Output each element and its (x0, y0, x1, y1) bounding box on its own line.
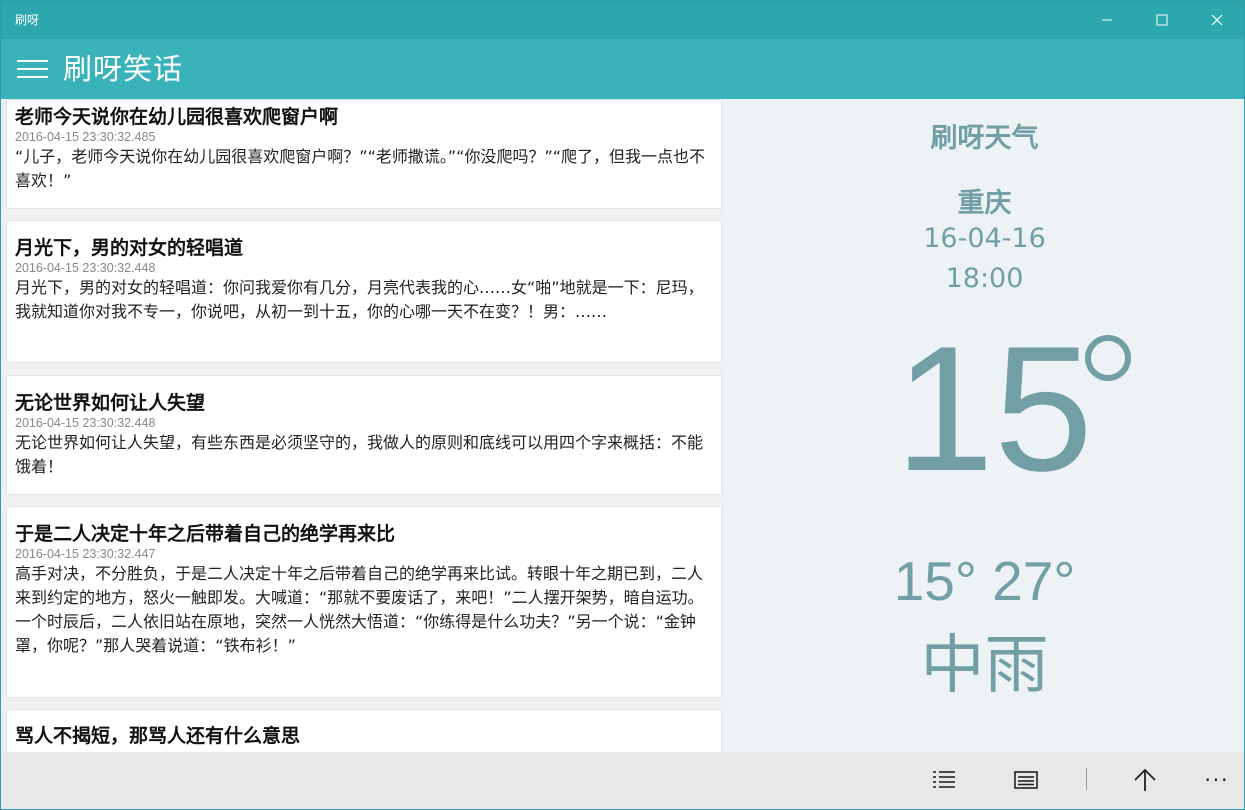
temperature-range: 15° 27° (893, 550, 1076, 612)
newspaper-icon (1014, 771, 1038, 789)
weather-title: 刷呀天气 (930, 123, 1039, 154)
minimize-icon (1102, 19, 1112, 21)
joke-title: 老师今天说你在幼儿园很喜欢爬窗户啊 (15, 106, 339, 128)
app-header: 刷呀笑话 (1, 39, 1244, 99)
title-bar: 刷呀 (1, 1, 1244, 39)
current-temperature: 15 (895, 309, 1093, 508)
weather-date: 16-04-16 (923, 223, 1046, 254)
window-title: 刷呀 (15, 13, 40, 27)
joke-card[interactable]: 月光下，男的对女的轻唱道 2016-04-15 23:30:32.448 月光下… (6, 220, 722, 363)
command-separator (1086, 768, 1087, 790)
close-icon (1211, 14, 1223, 26)
maximize-icon (1156, 14, 1168, 26)
menu-line (17, 68, 48, 70)
joke-title: 月光下，男的对女的轻唱道 (15, 237, 244, 259)
list-icon (933, 771, 955, 788)
joke-body: 月光下，男的对女的轻唱道：你问我爱你有几分，月亮代表我的心……女“啪”地就是一下… (15, 278, 704, 321)
list-view-button[interactable] (924, 762, 964, 798)
joke-card[interactable]: 无论世界如何让人失望 2016-04-15 23:30:32.448 无论世界如… (6, 375, 722, 495)
app-window: 刷呀 刷呀笑话 老师今天说你在幼儿园很喜欢爬窗户啊 2016-04-15 23:… (0, 0, 1245, 810)
weather-city: 重庆 (957, 188, 1012, 219)
maximize-button[interactable] (1134, 1, 1190, 39)
joke-card[interactable]: 于是二人决定十年之后带着自己的绝学再来比 2016-04-15 23:30:32… (6, 506, 722, 698)
menu-line (17, 76, 48, 78)
main-content: 老师今天说你在幼儿园很喜欢爬窗户啊 2016-04-15 23:30:32.48… (1, 99, 1244, 752)
degree-symbol (1085, 335, 1131, 381)
joke-date: 2016-04-15 23:30:32.448 (15, 261, 156, 275)
joke-title: 无论世界如何让人失望 (15, 392, 206, 414)
menu-line (17, 60, 48, 62)
news-view-button[interactable] (1006, 762, 1046, 798)
joke-date: 2016-04-15 23:30:32.485 (15, 130, 156, 144)
arrow-up-icon (1134, 768, 1156, 791)
joke-date: 2016-04-15 23:30:32.448 (15, 416, 156, 430)
joke-card[interactable]: 骂人不揭短，那骂人还有什么意思 (6, 709, 722, 752)
joke-body: “儿子，老师今天说你在幼儿园很喜欢爬窗户啊？”“老师撒谎。”“你没爬吗？”“爬了… (15, 147, 706, 190)
minimize-button[interactable] (1079, 1, 1135, 39)
hamburger-menu-button[interactable] (17, 57, 49, 81)
joke-body: 高手对决，不分胜负，于是二人决定十年之后带着自己的绝学再来比试。转眼十年之期已到… (15, 564, 704, 655)
joke-title: 于是二人决定十年之后带着自己的绝学再来比 (15, 523, 396, 545)
joke-body: 无论世界如何让人失望，有些东西是必须坚守的，我做人的原则和底线可以用四个字来概括… (15, 433, 704, 476)
page-title: 刷呀笑话 (63, 52, 184, 86)
joke-feed[interactable]: 老师今天说你在幼儿园很喜欢爬窗户啊 2016-04-15 23:30:32.48… (1, 99, 725, 752)
joke-card[interactable]: 老师今天说你在幼儿园很喜欢爬窗户啊 2016-04-15 23:30:32.48… (6, 99, 722, 209)
weather-condition: 中雨 (920, 629, 1049, 703)
more-options-button[interactable]: ··· (1197, 762, 1237, 798)
joke-title: 骂人不揭短，那骂人还有什么意思 (15, 725, 301, 747)
scroll-top-button[interactable] (1125, 762, 1165, 798)
close-button[interactable] (1189, 1, 1244, 39)
command-bar: ··· (1, 752, 1244, 809)
weather-time: 18:00 (945, 263, 1024, 294)
joke-date: 2016-04-15 23:30:32.447 (15, 547, 156, 561)
weather-panel: 刷呀天气 重庆 16-04-16 18:00 15 15° 27° 中雨 (725, 99, 1244, 752)
